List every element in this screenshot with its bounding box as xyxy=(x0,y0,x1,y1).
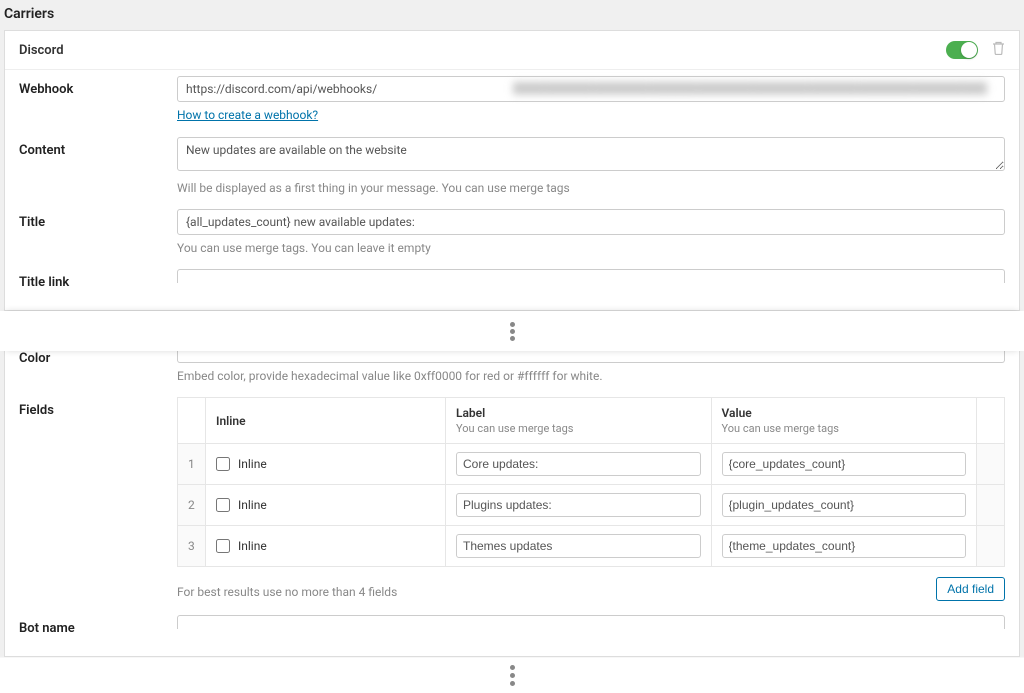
th-label-text: Label xyxy=(456,406,485,420)
label-title-link: Title link xyxy=(19,269,177,290)
inline-checkbox-wrap[interactable]: Inline xyxy=(216,457,435,471)
row-title: Title You can use merge tags. You can le… xyxy=(19,209,1005,255)
table-row: 3 Inline xyxy=(178,526,1005,567)
inline-checkbox-label: Inline xyxy=(238,539,267,553)
inline-checkbox[interactable] xyxy=(216,457,230,471)
carrier-panel-continued: Color Embed color, provide hexadecimal v… xyxy=(4,351,1020,657)
title-link-input-partial[interactable] xyxy=(177,269,1005,283)
row-webhook: Webhook ▓▓▓▓▓▓▓▓▓▓▓▓▓▓▓▓▓▓▓▓▓▓▓▓▓▓▓▓▓▓▓▓… xyxy=(19,76,1005,123)
ellipsis-gap-1 xyxy=(0,311,1024,351)
th-label-sub: You can use merge tags xyxy=(456,422,701,435)
inline-checkbox[interactable] xyxy=(216,498,230,512)
th-trail xyxy=(977,398,1005,444)
row-handle[interactable]: 3 xyxy=(178,526,206,567)
enable-toggle[interactable] xyxy=(946,41,978,59)
webhook-input[interactable] xyxy=(177,76,1005,102)
fields-footer-helper: For best results use no more than 4 fiel… xyxy=(177,585,397,599)
color-input-partial[interactable] xyxy=(177,351,1005,363)
label-content: Content xyxy=(19,137,177,158)
th-inline: Inline xyxy=(206,398,446,444)
title-helper: You can use merge tags. You can leave it… xyxy=(177,241,1005,255)
label-color: Color xyxy=(19,351,177,366)
th-value: Value You can use merge tags xyxy=(711,398,977,444)
row-title-link: Title link xyxy=(19,269,1005,290)
field-label-input[interactable] xyxy=(456,534,701,558)
inline-checkbox[interactable] xyxy=(216,539,230,553)
bot-name-input-partial[interactable] xyxy=(177,615,1005,629)
inline-checkbox-wrap[interactable]: Inline xyxy=(216,498,435,512)
head-actions xyxy=(946,41,1005,59)
content-textarea[interactable] xyxy=(177,137,1005,171)
th-inline-text: Inline xyxy=(216,414,246,428)
carrier-title: Discord xyxy=(19,43,64,58)
row-handle[interactable]: 2 xyxy=(178,485,206,526)
table-row: 2 Inline xyxy=(178,485,1005,526)
carrier-panel: Discord Webhook ▓▓▓▓▓▓▓▓▓▓▓▓▓▓▓▓▓▓▓▓▓▓▓▓… xyxy=(4,30,1020,311)
inline-checkbox-label: Inline xyxy=(238,457,267,471)
field-value-input[interactable] xyxy=(722,452,967,476)
th-label: Label You can use merge tags xyxy=(446,398,712,444)
table-row: 1 Inline xyxy=(178,444,1005,485)
row-trail[interactable] xyxy=(977,526,1005,567)
row-trail[interactable] xyxy=(977,444,1005,485)
label-fields: Fields xyxy=(19,397,177,418)
label-title: Title xyxy=(19,209,177,230)
trash-icon[interactable] xyxy=(992,41,1005,59)
row-content: Content Will be displayed as a first thi… xyxy=(19,137,1005,195)
inline-checkbox-label: Inline xyxy=(238,498,267,512)
row-bot-name: Bot name xyxy=(19,615,1005,636)
row-handle[interactable]: 1 xyxy=(178,444,206,485)
content-helper: Will be displayed as a first thing in yo… xyxy=(177,181,1005,195)
field-value-input[interactable] xyxy=(722,493,967,517)
field-label-input[interactable] xyxy=(456,452,701,476)
th-handle xyxy=(178,398,206,444)
fields-table: Inline Label You can use merge tags Valu… xyxy=(177,397,1005,567)
row-color: Color Embed color, provide hexadecimal v… xyxy=(19,351,1005,383)
panel-head: Discord xyxy=(5,31,1019,70)
page-header: Carriers xyxy=(0,0,1024,30)
color-helper: Embed color, provide hexadecimal value l… xyxy=(177,369,1005,383)
th-value-sub: You can use merge tags xyxy=(722,422,967,435)
field-label-input[interactable] xyxy=(456,493,701,517)
ellipsis-gap-2 xyxy=(0,657,1024,693)
field-value-input[interactable] xyxy=(722,534,967,558)
label-webhook: Webhook xyxy=(19,76,177,97)
row-trail[interactable] xyxy=(977,485,1005,526)
webhook-help-link[interactable]: How to create a webhook? xyxy=(177,108,318,122)
title-input[interactable] xyxy=(177,209,1005,235)
th-value-text: Value xyxy=(722,406,752,420)
label-bot-name: Bot name xyxy=(19,615,177,636)
page-title: Carriers xyxy=(4,6,54,22)
add-field-button[interactable]: Add field xyxy=(936,577,1005,601)
inline-checkbox-wrap[interactable]: Inline xyxy=(216,539,435,553)
row-fields: Fields Inline Label You can use merge ta… xyxy=(19,397,1005,601)
